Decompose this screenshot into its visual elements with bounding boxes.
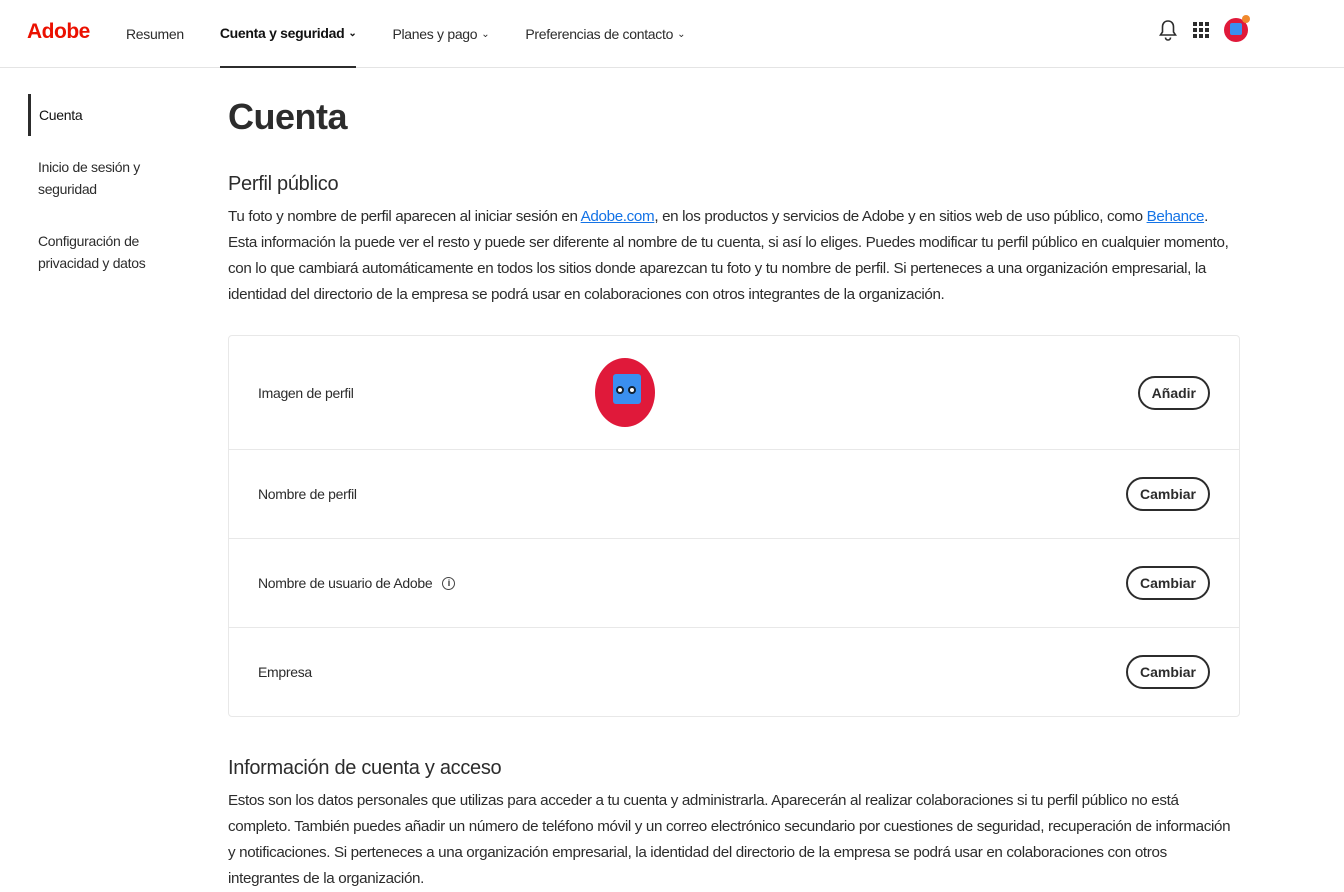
bell-icon[interactable] — [1158, 19, 1178, 41]
chevron-down-icon: ⌄ — [677, 29, 685, 40]
notification-dot — [1242, 15, 1250, 23]
public-profile-card: Imagen de perfil Añadir Nombre de perfil… — [228, 335, 1240, 717]
chevron-down-icon: ⌄ — [481, 29, 489, 40]
row-label: Empresa — [258, 664, 312, 680]
main-content: Cuenta Perfil público Tu foto y nombre d… — [228, 96, 1240, 892]
nav-planes-y-pago[interactable]: Planes y pago ⌄ — [392, 0, 489, 68]
nav-preferencias-de-contacto[interactable]: Preferencias de contacto ⌄ — [525, 0, 685, 68]
main-nav: Resumen Cuenta y seguridad⌄ Planes y pag… — [126, 0, 721, 68]
account-info-section: Información de cuenta y acceso Estos son… — [228, 757, 1240, 892]
nav-label: Planes y pago — [392, 26, 477, 42]
add-profile-image-button[interactable]: Añadir — [1138, 376, 1210, 410]
chevron-down-icon: ⌄ — [348, 28, 356, 39]
username-row: Nombre de usuario de Adobe i Cambiar — [229, 538, 1239, 627]
nav-resumen[interactable]: Resumen — [126, 0, 184, 68]
row-label: Imagen de perfil — [258, 385, 354, 401]
behance-link[interactable]: Behance — [1147, 208, 1205, 225]
header-actions — [1158, 18, 1248, 42]
sidebar: Cuenta Inicio de sesión y seguridad Conf… — [28, 94, 208, 274]
change-username-button[interactable]: Cambiar — [1126, 566, 1210, 600]
top-nav-bar: Adobe Resumen Cuenta y seguridad⌄ Planes… — [0, 0, 1344, 68]
text: Tu foto y nombre de perfil aparecen al i… — [228, 208, 581, 225]
nav-cuenta-y-seguridad[interactable]: Cuenta y seguridad⌄ — [220, 0, 357, 68]
adobe-logo[interactable]: Adobe — [27, 20, 90, 44]
sidebar-item-inicio-sesion[interactable]: Inicio de sesión y seguridad — [28, 156, 208, 200]
row-label: Nombre de usuario de Adobe — [258, 575, 432, 591]
change-company-button[interactable]: Cambiar — [1126, 655, 1210, 689]
row-label: Nombre de perfil — [258, 486, 357, 502]
nav-label: Preferencias de contacto — [525, 26, 673, 42]
info-icon[interactable]: i — [442, 577, 455, 590]
nav-label: Cuenta y seguridad — [220, 25, 345, 41]
account-info-heading: Información de cuenta y acceso — [228, 757, 1240, 780]
sidebar-item-cuenta[interactable]: Cuenta — [28, 94, 208, 136]
nav-label: Resumen — [126, 26, 184, 42]
profile-image-row: Imagen de perfil Añadir — [229, 336, 1239, 449]
public-profile-description: Tu foto y nombre de perfil aparecen al i… — [228, 204, 1240, 308]
page-title: Cuenta — [228, 96, 1240, 138]
avatar-face — [1230, 23, 1242, 35]
user-avatar[interactable] — [1224, 18, 1248, 42]
account-info-description: Estos son los datos personales que utili… — [228, 788, 1240, 892]
change-profile-name-button[interactable]: Cambiar — [1126, 477, 1210, 511]
apps-grid-icon[interactable] — [1192, 21, 1210, 39]
company-row: Empresa Cambiar — [229, 627, 1239, 716]
text: , en los productos y servicios de Adobe … — [654, 208, 1146, 225]
public-profile-heading: Perfil público — [228, 173, 1240, 196]
adobe-com-link[interactable]: Adobe.com — [581, 208, 655, 225]
sidebar-item-privacidad[interactable]: Configuración de privacidad y datos — [28, 230, 208, 274]
profile-image — [595, 358, 655, 427]
profile-name-row: Nombre de perfil Cambiar — [229, 449, 1239, 538]
